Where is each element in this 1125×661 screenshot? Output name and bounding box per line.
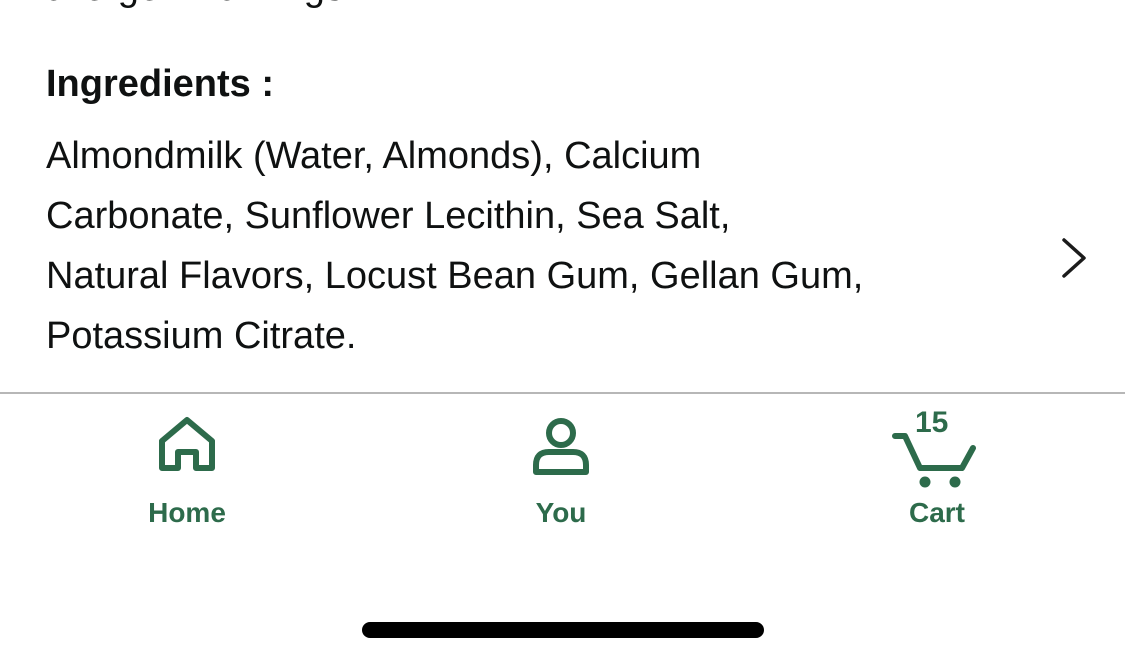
- bottom-tab-bar: Home You 15 Cart: [0, 394, 1125, 554]
- ingredients-line: Carbonate, Sunflower Lecithin, Sea Salt,: [46, 195, 731, 237]
- ingredients-text: Almondmilk (Water, Almonds), Calcium Car…: [46, 126, 1036, 366]
- ingredients-line: Natural Flavors, Locust Bean Gum, Gellan…: [46, 255, 864, 297]
- ingredients-heading: Ingredients :: [46, 63, 275, 105]
- tab-home[interactable]: Home: [87, 412, 287, 542]
- ingredients-line: Almondmilk (Water, Almonds), Calcium: [46, 135, 702, 177]
- ingredients-row[interactable]: Ingredients : Almondmilk (Water, Almonds…: [0, 56, 1125, 392]
- tab-cart[interactable]: 15 Cart: [837, 406, 1037, 542]
- chevron-right-icon[interactable]: [1058, 236, 1090, 280]
- home-indicator: [362, 622, 764, 638]
- tab-you-label: You: [535, 497, 587, 528]
- tab-cart-label: Cart: [908, 497, 965, 528]
- tab-home-label: Home: [148, 497, 226, 528]
- user-icon: [533, 418, 589, 475]
- allergen-warnings-text: allergen warnings: [46, 0, 344, 10]
- home-icon: [159, 417, 215, 471]
- ingredients-line: Potassium Citrate.: [46, 315, 357, 357]
- tab-you[interactable]: You: [461, 412, 661, 542]
- cart-count-badge: 15: [915, 406, 949, 439]
